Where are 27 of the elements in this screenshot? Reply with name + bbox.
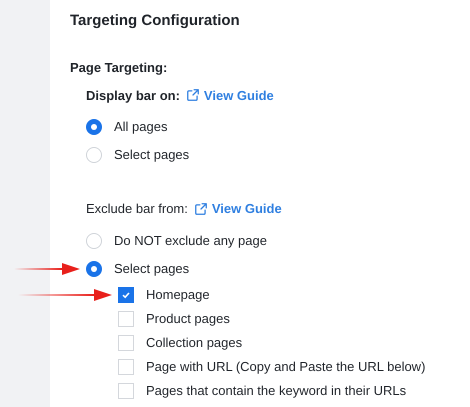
checkbox-label: Product pages bbox=[146, 310, 230, 328]
view-guide-link[interactable]: View Guide bbox=[186, 86, 274, 105]
checkbox-label: Pages that contain the keyword in their URLs bbox=[146, 382, 406, 400]
checkbox-label: Homepage bbox=[146, 286, 210, 304]
radio-label: Select pages bbox=[114, 146, 190, 164]
check-icon bbox=[121, 290, 131, 300]
section-label: Exclude bar from: bbox=[86, 200, 188, 218]
checkbox[interactable] bbox=[118, 310, 134, 326]
section-title: Page Targeting: bbox=[70, 59, 168, 77]
radio-label: Do NOT exclude any page bbox=[114, 232, 267, 250]
checkbox[interactable] bbox=[118, 334, 134, 350]
radio-label: All pages bbox=[114, 118, 168, 136]
checkbox[interactable] bbox=[118, 358, 134, 374]
panel-title: Targeting Configuration bbox=[70, 11, 241, 30]
radio-button[interactable] bbox=[86, 119, 102, 135]
view-guide-link[interactable]: View Guide bbox=[194, 199, 282, 218]
checkbox-label: Collection pages bbox=[146, 334, 242, 352]
external-link-icon bbox=[194, 202, 208, 216]
checkbox[interactable] bbox=[118, 382, 134, 398]
radio-button[interactable] bbox=[86, 147, 102, 163]
checkbox-label: Page with URL (Copy and Paste the URL below) bbox=[146, 358, 426, 376]
checkbox[interactable] bbox=[118, 286, 134, 302]
radio-button[interactable] bbox=[86, 232, 102, 248]
radio-label: Select pages bbox=[114, 260, 190, 278]
radio-button[interactable] bbox=[86, 260, 102, 276]
external-link-icon bbox=[186, 88, 200, 102]
section-label: Display bar on: bbox=[86, 86, 180, 105]
